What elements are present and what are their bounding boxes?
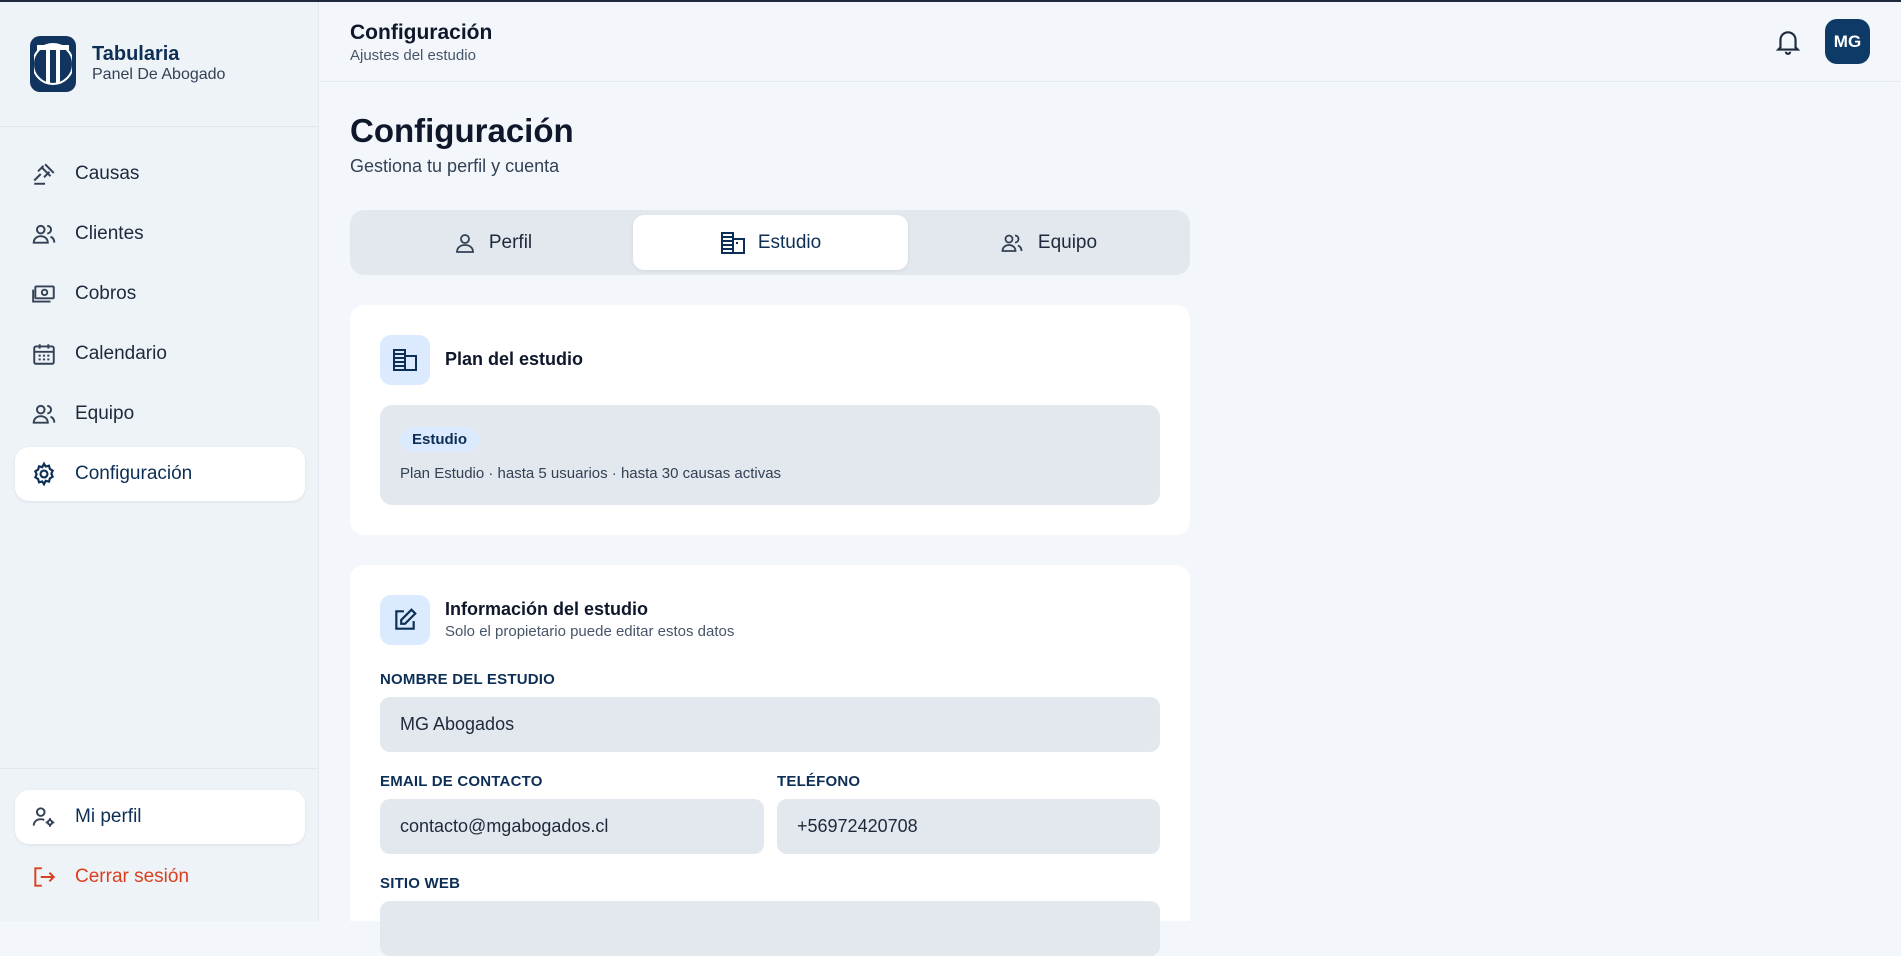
sidebar-item-label: Causas <box>75 163 140 184</box>
sidebar-nav: Causas Clientes Cobros Calendario Equipo… <box>15 147 305 507</box>
brand[interactable]: Tabularia Panel De Abogado <box>30 36 225 92</box>
sidebar-item-mi-perfil[interactable]: Mi perfil <box>15 790 305 844</box>
logo-icon <box>30 36 76 92</box>
sidebar-item-clientes[interactable]: Clientes <box>15 207 305 261</box>
settings-tabs: Perfil Estudio Equipo <box>350 210 1190 275</box>
phone-field[interactable] <box>777 799 1160 854</box>
sidebar-divider <box>0 126 319 127</box>
sidebar-item-label: Cobros <box>75 283 137 304</box>
header-title: Configuración <box>350 21 493 44</box>
header-subtitle: Ajustes del estudio <box>350 47 476 64</box>
avatar[interactable]: MG <box>1825 19 1870 64</box>
field-label-telefono: TELÉFONO <box>777 773 861 790</box>
field-label-sitio-web: SITIO WEB <box>380 875 461 892</box>
sidebar-item-equipo[interactable]: Equipo <box>15 387 305 441</box>
user-settings-icon <box>30 803 58 831</box>
plan-box: Estudio Plan Estudio · hasta 5 usuarios … <box>380 405 1160 505</box>
logout-button[interactable]: Cerrar sesión <box>15 850 305 904</box>
sidebar-item-cobros[interactable]: Cobros <box>15 267 305 321</box>
card-subtitle: Solo el propietario puede editar estos d… <box>445 623 735 640</box>
brand-name: Tabularia <box>92 43 180 65</box>
field-label-nombre: NOMBRE DEL ESTUDIO <box>380 671 556 688</box>
bell-icon[interactable] <box>1775 28 1801 61</box>
logout-label: Cerrar sesión <box>75 866 190 887</box>
sidebar-item-label: Configuración <box>75 463 193 484</box>
sidebar-divider <box>0 768 319 769</box>
tab-label: Equipo <box>1037 231 1098 253</box>
page-title: Configuración <box>350 112 574 149</box>
brand-subtitle: Panel De Abogado <box>92 66 226 83</box>
sidebar-item-calendario[interactable]: Calendario <box>15 327 305 381</box>
card-title: Información del estudio <box>445 599 649 619</box>
calendar-icon <box>30 340 58 368</box>
sidebar-item-label: Calendario <box>75 343 167 364</box>
info-card: Información del estudio Solo el propieta… <box>350 565 1190 956</box>
plan-badge: Estudio <box>400 427 479 452</box>
card-title: Plan del estudio <box>445 349 584 369</box>
studio-name-input[interactable] <box>380 697 1160 752</box>
field-label-email: EMAIL DE CONTACTO <box>380 773 543 790</box>
plan-description: Plan Estudio · hasta 5 usuarios · hasta … <box>400 465 782 482</box>
building-icon <box>720 231 746 255</box>
sidebar-bottom: Mi perfil Cerrar sesión <box>15 790 305 910</box>
website-field[interactable] <box>380 901 1160 956</box>
sidebar-item-label: Equipo <box>75 403 135 424</box>
tab-label: Estudio <box>757 231 822 253</box>
edit-icon <box>380 595 430 645</box>
email-field[interactable] <box>380 799 764 854</box>
sidebar-item-causas[interactable]: Causas <box>15 147 305 201</box>
tab-estudio[interactable]: Estudio <box>633 215 908 270</box>
person-icon <box>453 231 477 255</box>
gear-icon <box>30 460 58 488</box>
sidebar-item-label: Mi perfil <box>75 806 142 827</box>
team-icon <box>998 231 1026 255</box>
money-icon <box>30 280 58 308</box>
top-header: Configuración Ajustes del estudio MG <box>320 2 1901 82</box>
gavel-icon <box>30 160 58 188</box>
users-icon <box>30 220 58 248</box>
team-icon <box>30 400 58 428</box>
page-subtitle: Gestiona tu perfil y cuenta <box>350 156 560 176</box>
tab-perfil[interactable]: Perfil <box>355 215 630 270</box>
tab-label: Perfil <box>488 231 533 253</box>
logout-icon <box>30 863 58 891</box>
tab-equipo[interactable]: Equipo <box>910 215 1185 270</box>
sidebar-item-label: Clientes <box>75 223 144 244</box>
building-icon <box>380 335 430 385</box>
sidebar-item-configuracion[interactable]: Configuración <box>15 447 305 501</box>
sidebar: Tabularia Panel De Abogado Causas Client… <box>0 2 319 921</box>
plan-card: Plan del estudio Estudio Plan Estudio · … <box>350 305 1190 535</box>
